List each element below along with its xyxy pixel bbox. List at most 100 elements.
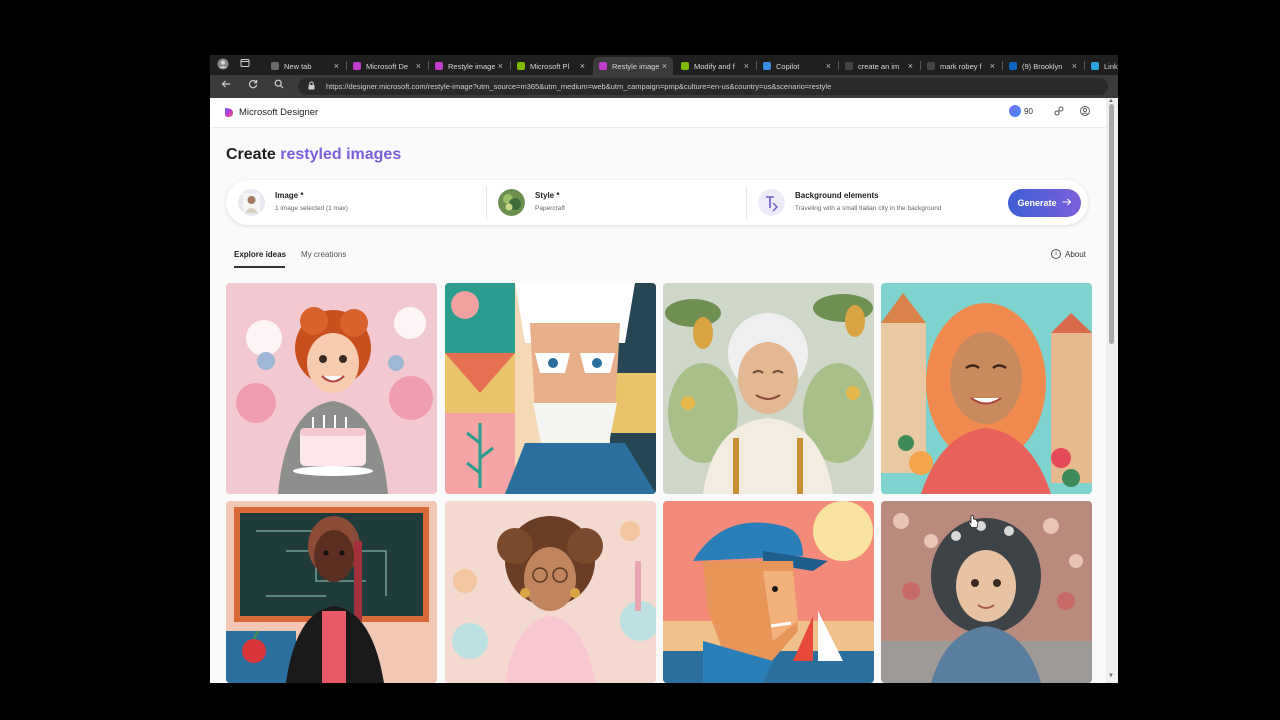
background-field-value: Traveling with a small Italian city in t… xyxy=(795,205,942,212)
mouse-cursor-icon xyxy=(968,515,979,528)
browser-tab[interactable]: New tab × xyxy=(265,57,345,75)
card-papercraft-grandma[interactable] xyxy=(663,283,874,494)
credits-badge[interactable]: 90 xyxy=(1009,105,1033,117)
hijab-woman-image xyxy=(881,283,1092,494)
browser-tab[interactable]: Modify and f × xyxy=(675,57,755,75)
background-field[interactable]: Background elements Traveling with a sma… xyxy=(746,180,1004,225)
style-field[interactable]: Style * Papercraft xyxy=(486,180,746,225)
page-title-prefix: Create xyxy=(226,146,276,163)
back-icon[interactable] xyxy=(219,79,233,93)
tab-separator xyxy=(346,61,347,70)
tab-close-icon[interactable]: × xyxy=(744,61,749,71)
browser-window: New tab × Microsoft De × Restyle image ×… xyxy=(210,55,1118,683)
image-thumbnail xyxy=(238,189,265,216)
microsoft-favicon xyxy=(681,62,689,70)
url-text[interactable]: https://designer.microsoft.com/restyle-i… xyxy=(326,82,831,91)
info-icon: i xyxy=(1051,249,1061,259)
tab-label: Copilot xyxy=(776,61,800,71)
style-field-label: Style * xyxy=(535,191,560,200)
tab-close-icon[interactable]: × xyxy=(1072,61,1077,71)
credits-icon xyxy=(1009,105,1021,117)
tab-label: Microsoft Pl xyxy=(530,61,570,71)
browser-tab[interactable]: create an im × xyxy=(839,57,919,75)
page-favicon xyxy=(1091,62,1099,70)
tab-separator xyxy=(1002,61,1003,70)
designer-favicon xyxy=(353,62,361,70)
card-birthday-girl[interactable] xyxy=(226,283,437,494)
browser-tab[interactable]: Microsoft De × xyxy=(347,57,427,75)
profile-icon[interactable] xyxy=(216,58,230,72)
address-bar[interactable]: https://designer.microsoft.com/restyle-i… xyxy=(298,78,1108,95)
card-chalkboard-woman[interactable] xyxy=(226,501,437,683)
tab-strip: New tab × Microsoft De × Restyle image ×… xyxy=(210,55,1118,75)
tab-explore-ideas[interactable]: Explore ideas xyxy=(234,250,286,259)
tab-label: New tab xyxy=(284,61,312,71)
tab-label: Link xyxy=(1104,61,1118,71)
papercraft-grandma-image xyxy=(663,283,874,494)
page-content: Microsoft Designer 90 Create restyled im… xyxy=(210,98,1118,683)
tab-actions-icon[interactable] xyxy=(238,58,252,72)
card-baseball-cap-man[interactable] xyxy=(663,501,874,683)
browser-tab[interactable]: Microsoft Pl × xyxy=(511,57,591,75)
restyle-form-bar: Image * 1 image selected (1 max) Style *… xyxy=(226,180,1088,225)
credits-count: 90 xyxy=(1024,106,1033,116)
card-curly-hair-woman[interactable] xyxy=(445,501,656,683)
tab-label: Restyle image xyxy=(448,61,495,71)
scrollbar-thumb[interactable] xyxy=(1109,104,1114,344)
tab-label: mark robey f xyxy=(940,61,982,71)
tab-separator xyxy=(428,61,429,70)
lock-icon[interactable] xyxy=(308,81,315,92)
designer-favicon xyxy=(435,62,443,70)
tab-label: (9) Brooklyn xyxy=(1022,61,1063,71)
tab-close-icon[interactable]: × xyxy=(580,61,585,71)
tab-my-creations[interactable]: My creations xyxy=(301,250,346,259)
browser-tab[interactable]: (9) Brooklyn × xyxy=(1003,57,1083,75)
image-field-label: Image * xyxy=(275,191,304,200)
tab-close-icon[interactable]: × xyxy=(826,61,831,71)
scrollbar[interactable]: ▲ ▼ xyxy=(1106,98,1118,683)
arrow-right-icon xyxy=(1062,198,1072,209)
account-icon[interactable] xyxy=(1079,106,1091,118)
card-geometric-old-man[interactable] xyxy=(445,283,656,494)
tab-close-icon[interactable]: × xyxy=(990,61,995,71)
browser-tab[interactable]: mark robey f × xyxy=(921,57,1001,75)
address-toolbar: https://designer.microsoft.com/restyle-i… xyxy=(210,75,1118,98)
linkedin-favicon xyxy=(1009,62,1017,70)
browser-tab[interactable]: Restyle image × xyxy=(429,57,509,75)
image-field[interactable]: Image * 1 image selected (1 max) xyxy=(226,180,486,225)
tab-close-icon[interactable]: × xyxy=(908,61,913,71)
designer-favicon xyxy=(599,62,607,70)
geometric-old-man-image xyxy=(445,283,656,494)
card-clay-girl[interactable] xyxy=(881,501,1092,683)
designer-logo-icon[interactable] xyxy=(223,107,234,118)
tab-label: create an im xyxy=(858,61,900,71)
tab-separator xyxy=(838,61,839,70)
style-thumbnail xyxy=(498,189,525,216)
share-icon[interactable] xyxy=(1053,106,1065,118)
about-button[interactable]: i About xyxy=(1051,249,1086,259)
tab-separator xyxy=(920,61,921,70)
image-field-value: 1 image selected (1 max) xyxy=(275,205,348,212)
chalkboard-woman-image xyxy=(226,501,437,683)
app-name[interactable]: Microsoft Designer xyxy=(239,107,318,118)
tab-close-icon[interactable]: × xyxy=(334,61,339,71)
tab-close-icon[interactable]: × xyxy=(662,61,667,71)
scroll-down-icon[interactable]: ▼ xyxy=(1108,673,1114,679)
copilot-favicon xyxy=(763,62,771,70)
search-icon[interactable] xyxy=(272,79,286,93)
clay-girl-image xyxy=(881,501,1092,683)
tab-separator xyxy=(1084,61,1085,70)
card-hijab-woman[interactable] xyxy=(881,283,1092,494)
generate-button[interactable]: Generate xyxy=(1008,189,1081,217)
tab-close-icon[interactable]: × xyxy=(416,61,421,71)
browser-tab[interactable]: Link xyxy=(1085,57,1118,75)
refresh-icon[interactable] xyxy=(246,79,260,93)
curly-hair-woman-image xyxy=(445,501,656,683)
browser-tab-active[interactable]: Restyle image × xyxy=(593,57,673,75)
page-favicon xyxy=(271,62,279,70)
browser-tab[interactable]: Copilot × xyxy=(757,57,837,75)
tab-label: Modify and f xyxy=(694,61,735,71)
tab-separator xyxy=(756,61,757,70)
baseball-cap-man-image xyxy=(663,501,874,683)
tab-close-icon[interactable]: × xyxy=(498,61,503,71)
